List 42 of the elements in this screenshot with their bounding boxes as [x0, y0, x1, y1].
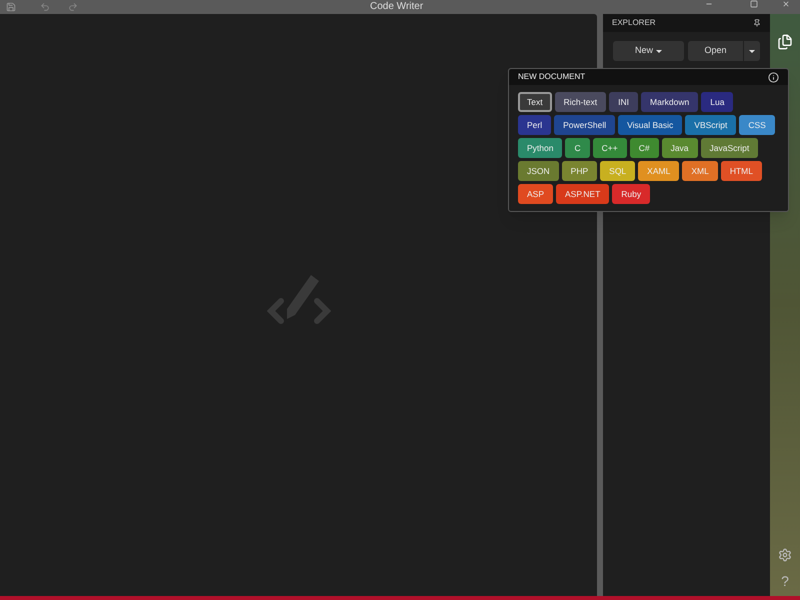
info-icon[interactable]	[768, 72, 779, 82]
language-button[interactable]: INI	[609, 92, 638, 112]
language-button[interactable]: PowerShell	[554, 115, 616, 135]
redo-icon[interactable]	[68, 2, 78, 12]
language-button[interactable]: C++	[592, 138, 627, 158]
language-button[interactable]: C	[565, 138, 590, 158]
caret-icon	[656, 50, 662, 52]
language-button[interactable]: ASP	[518, 184, 554, 204]
language-button[interactable]: Markdown	[641, 92, 698, 112]
language-button[interactable]: VBScript	[685, 115, 736, 135]
language-button[interactable]: Lua	[701, 92, 734, 112]
language-button[interactable]: XAML	[638, 161, 680, 181]
language-button[interactable]: JavaScript	[700, 138, 758, 158]
caret-icon	[749, 50, 755, 52]
window-title: Code Writer	[370, 1, 424, 13]
language-button[interactable]: Text	[518, 92, 552, 112]
language-button[interactable]: JSON	[518, 161, 559, 181]
language-button[interactable]: Ruby	[612, 184, 650, 204]
pin-icon[interactable]	[753, 19, 761, 27]
language-button[interactable]: Perl	[518, 115, 552, 135]
language-button[interactable]: HTML	[720, 161, 762, 181]
explorer-title: EXPLORER	[612, 17, 656, 29]
language-button[interactable]: Java	[662, 138, 698, 158]
language-button[interactable]: Rich-text	[554, 92, 606, 112]
open-menu-button[interactable]	[744, 41, 760, 61]
language-button[interactable]: C#	[630, 138, 659, 158]
language-button[interactable]: Visual Basic	[618, 115, 682, 135]
help-button[interactable]: ?	[781, 574, 789, 588]
maximize-icon[interactable]	[750, 0, 758, 8]
language-button[interactable]: PHP	[562, 161, 598, 181]
language-button[interactable]: CSS	[739, 115, 775, 135]
open-button[interactable]: Open	[688, 41, 743, 61]
close-icon[interactable]	[781, 0, 791, 8]
language-button[interactable]: XML	[682, 161, 718, 181]
popup-title: NEW DOCUMENT	[518, 71, 586, 83]
documents-icon[interactable]	[777, 34, 793, 50]
language-button[interactable]: ASP.NET	[556, 184, 610, 204]
settings-icon[interactable]	[778, 548, 792, 562]
save-icon[interactable]	[6, 2, 16, 12]
undo-icon[interactable]	[40, 2, 50, 12]
new-button[interactable]: New	[613, 41, 684, 61]
language-button[interactable]: Python	[518, 138, 562, 158]
